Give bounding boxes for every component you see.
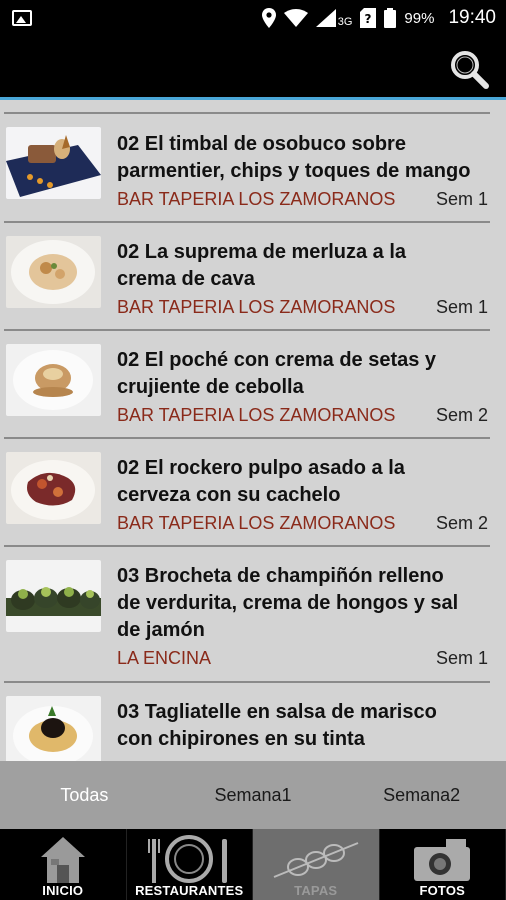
restaurant-name: BAR TAPERIA LOS ZAMORANOS	[117, 405, 396, 425]
tab-semana1[interactable]: Semana1	[169, 761, 338, 829]
location-icon	[261, 8, 276, 28]
dish-title: 02 El poché con crema de setas y crujien…	[117, 347, 492, 401]
dish-title-line: 02 El rockero pulpo asado a la	[117, 457, 405, 479]
dish-title-line: con chipirones en su tinta	[117, 728, 365, 750]
tab-todas[interactable]: Todas	[0, 761, 169, 829]
house-icon	[40, 837, 85, 883]
week-label: Sem 1	[435, 189, 488, 209]
divider	[4, 221, 490, 223]
nav-label: FOTOS	[419, 883, 466, 898]
camera-icon	[414, 839, 471, 881]
list-item[interactable]: 02 El poché con crema de setas y crujien…	[0, 319, 506, 427]
dish-title-line: 03 Tagliatelle en salsa de marisco	[117, 701, 437, 723]
svg-text:?: ?	[365, 12, 372, 26]
image-notification-icon	[12, 10, 32, 26]
list-item[interactable]: 02 El rockero pulpo asado a la cerveza c…	[0, 427, 506, 535]
clock: 19:40	[448, 7, 496, 28]
dish-title-line: cerveza con su cachelo	[117, 484, 341, 506]
dish-title-line: crema de cava	[117, 268, 255, 290]
restaurant-name: LA ENCINA	[117, 648, 212, 668]
skewer-icon	[273, 842, 359, 878]
divider	[4, 329, 490, 331]
signal-icon	[315, 9, 336, 27]
restaurant-name: BAR TAPERIA LOS ZAMORANOS	[117, 297, 396, 317]
tab-semana2[interactable]: Semana2	[337, 761, 506, 829]
dish-title-line: 02 El timbal de osobuco sobre	[117, 133, 406, 155]
dish-title-line: 03 Brocheta de champiñón relleno	[117, 565, 444, 587]
divider	[4, 545, 490, 547]
dish-title-line: crujiente de cebolla	[117, 376, 304, 398]
dish-title-line: de jamón	[117, 619, 205, 641]
nav-label: INICIO	[42, 883, 84, 898]
plate-cutlery-icon	[148, 835, 228, 883]
dish-title: 02 El rockero pulpo asado a la cerveza c…	[117, 455, 492, 509]
list-item[interactable]: 03 Tagliatelle en salsa de marisco con c…	[0, 670, 506, 761]
nav-inicio[interactable]: INICIO	[0, 829, 127, 900]
week-filter-tabs: Todas Semana1 Semana2	[0, 761, 506, 829]
dish-title: 02 La suprema de merluza a la crema de c…	[117, 239, 492, 293]
dish-title-line: parmentier, chips y toques de mango	[117, 160, 471, 182]
dish-title: 02 El timbal de osobuco sobre parmentier…	[117, 131, 492, 185]
dish-thumbnail	[6, 696, 101, 761]
dish-title: 03 Tagliatelle en salsa de marisco con c…	[117, 699, 492, 753]
network-type: 3G	[337, 16, 353, 28]
nav-label: RESTAURANTES	[135, 883, 244, 898]
battery-percentage: 99%	[404, 9, 435, 27]
nav-fotos[interactable]: FOTOS	[380, 829, 506, 900]
week-label: Sem 2	[435, 513, 488, 533]
search-icon	[451, 51, 489, 89]
dish-thumbnail	[6, 452, 101, 524]
status-icons: 3G ? 99% 19:40	[261, 6, 496, 30]
restaurant-name: BAR TAPERIA LOS ZAMORANOS	[117, 513, 396, 533]
dish-thumbnail	[6, 127, 101, 199]
dish-title-line: 02 La suprema de merluza a la	[117, 241, 407, 263]
dish-thumbnail	[6, 344, 101, 416]
restaurant-name: BAR TAPERIA LOS ZAMORANOS	[117, 189, 396, 209]
dish-title: 03 Brocheta de champiñón relleno de verd…	[117, 563, 492, 644]
dish-title-line: 02 El poché con crema de setas y	[117, 349, 437, 371]
week-label: Sem 1	[435, 648, 488, 668]
battery-icon	[384, 8, 397, 28]
dish-thumbnail	[6, 236, 101, 308]
search-button[interactable]	[448, 48, 490, 90]
list-item[interactable]: 02 El timbal de osobuco sobre parmentier…	[0, 103, 506, 211]
week-label: Sem 2	[435, 405, 488, 425]
divider	[4, 681, 490, 683]
divider	[4, 437, 490, 439]
nav-label: TAPAS	[294, 883, 338, 898]
status-bar: 3G ? 99% 19:40	[0, 0, 506, 36]
list-item[interactable]: 02 La suprema de merluza a la crema de c…	[0, 211, 506, 319]
divider	[4, 112, 490, 114]
app-bar	[0, 36, 506, 100]
dish-title-line: de verdurita, crema de hongos y sal	[117, 592, 459, 614]
wifi-icon	[283, 9, 308, 27]
list-item[interactable]: 03 Brocheta de champiñón relleno de verd…	[0, 535, 506, 670]
no-sim-icon: ?	[360, 8, 377, 28]
week-label: Sem 1	[435, 297, 488, 317]
dish-thumbnail	[6, 560, 101, 632]
tapas-list[interactable]: 02 El timbal de osobuco sobre parmentier…	[0, 103, 506, 761]
nav-tapas[interactable]: TAPAS	[253, 829, 380, 900]
nav-restaurantes[interactable]: RESTAURANTES	[127, 829, 253, 900]
bottom-navigation: INICIO RESTAURANTES TAPAS FOTOS	[0, 829, 506, 900]
